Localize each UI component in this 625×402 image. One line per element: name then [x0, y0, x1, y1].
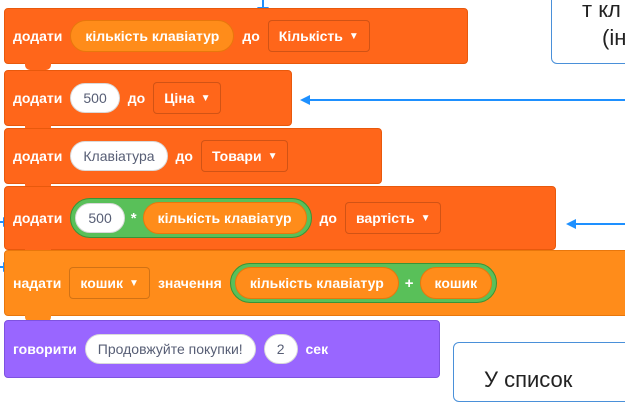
variable-dropdown-cart[interactable]: кошик ▼: [69, 267, 150, 299]
chevron-down-icon: ▼: [129, 277, 139, 289]
note-line-1: т кл: [582, 0, 621, 22]
connector-label: до: [175, 148, 193, 164]
note-line-2: (ін: [602, 25, 625, 50]
reporter-keyboard-count[interactable]: кількість клавіатур: [70, 20, 235, 52]
chevron-down-icon: ▼: [348, 30, 359, 42]
block-label: говорити: [13, 341, 77, 357]
block-label: додати: [13, 28, 63, 44]
multiply-operator[interactable]: 500 * кількість клавіатур: [70, 198, 312, 238]
dropdown-value: Товари: [211, 148, 262, 164]
dropdown-value: кошик: [80, 275, 124, 291]
arrow-price-head: [300, 95, 310, 105]
block-label: додати: [13, 148, 63, 164]
connector-label: до: [319, 210, 337, 226]
dropdown-value: Ціна: [164, 90, 195, 106]
block-label: додати: [13, 90, 63, 106]
list-dropdown-cost[interactable]: вартість ▼: [344, 202, 442, 234]
message-input[interactable]: Продовжуйте покупки!: [84, 334, 256, 364]
add-to-list-block-3[interactable]: додати Клавіатура до Товари ▼: [4, 128, 382, 190]
reporter-cart[interactable]: кошик: [419, 267, 493, 299]
say-for-secs-block[interactable]: говорити Продовжуйте покупки! 2 сек: [4, 320, 440, 378]
reporter-keyboard-count[interactable]: кількість клавіатур: [234, 267, 399, 299]
note-top-right: т кл (ін: [551, 0, 625, 64]
block-label: надати: [13, 275, 62, 291]
value-input-multiplier[interactable]: 500: [75, 203, 125, 233]
note-line: У список: [484, 367, 573, 392]
chevron-down-icon: ▼: [267, 150, 278, 162]
plus-sign: +: [404, 274, 414, 292]
list-dropdown-price[interactable]: Ціна ▼: [153, 82, 222, 114]
value-input-price[interactable]: 500: [70, 83, 120, 113]
seconds-input[interactable]: 2: [263, 334, 298, 364]
list-dropdown-count[interactable]: Кількість ▼: [267, 20, 370, 52]
add-operator[interactable]: кількість клавіатур + кошик: [229, 263, 498, 303]
multiply-sign: *: [130, 209, 137, 227]
add-to-list-block-4[interactable]: додати 500 * кількість клавіатур до варт…: [4, 186, 556, 256]
connector-label: до: [242, 28, 260, 44]
block-label: додати: [13, 210, 63, 226]
add-to-list-block-2[interactable]: додати 500 до Ціна ▼: [4, 70, 292, 132]
dropdown-value: вартість: [355, 210, 415, 226]
set-variable-block[interactable]: надати кошик ▼ значення кількість клавіа…: [4, 250, 625, 322]
block-notch: [25, 63, 51, 70]
chevron-down-icon: ▼: [420, 212, 431, 224]
value-input-product[interactable]: Клавіатура: [70, 141, 168, 171]
list-dropdown-products[interactable]: Товари ▼: [200, 140, 289, 172]
reporter-keyboard-count[interactable]: кількість клавіатур: [142, 202, 307, 234]
arrow-cost-head: [566, 219, 576, 229]
chevron-down-icon: ▼: [200, 92, 211, 104]
add-to-list-block-1[interactable]: додати кількість клавіатур до Кількість …: [4, 8, 468, 70]
unit-label: сек: [305, 341, 329, 357]
connector-label: до: [127, 90, 146, 106]
connector-label: значення: [157, 275, 222, 291]
note-bottom-right: У список: [453, 342, 625, 402]
dropdown-value: Кількість: [278, 28, 343, 44]
